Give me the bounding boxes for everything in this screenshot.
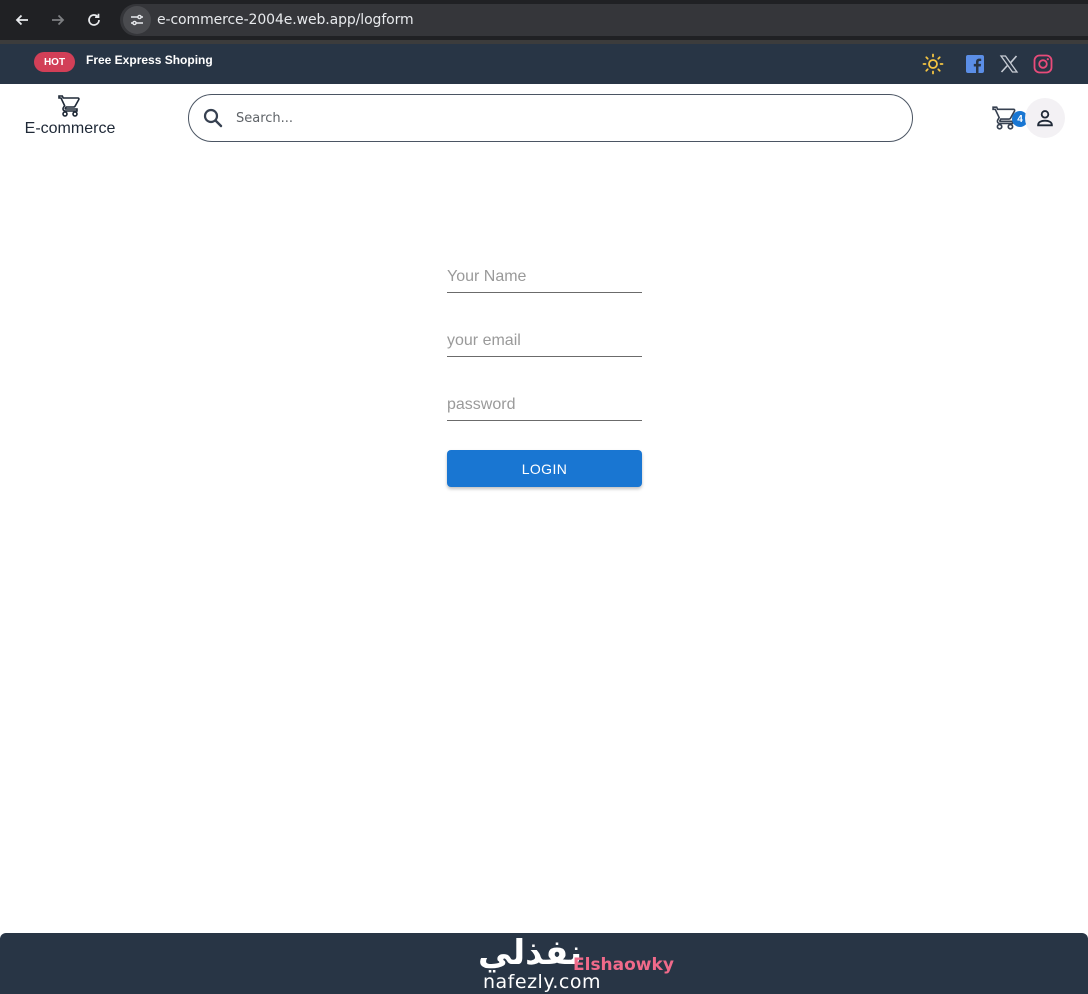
arrow-left-icon [15,14,28,26]
password-input[interactable] [447,396,642,414]
search-input[interactable] [234,109,874,127]
promo-bar: HOT Free Express Shoping [0,44,1088,84]
x-icon [999,55,1019,73]
site-info-button[interactable] [123,6,151,34]
promo-text: Free Express Shoping [86,53,213,67]
search-icon [203,108,223,128]
logo-text: E-commerce [24,120,116,137]
back-button[interactable] [4,2,40,38]
site-footer: نفذلي Elshaowky nafezly.com [0,933,1088,994]
cart-button[interactable]: 4 [990,104,1028,134]
url-text: e-commerce-2004e.web.app/logform [157,12,414,28]
arrow-right-icon [52,14,65,26]
tune-icon [131,14,143,26]
theme-toggle-button[interactable] [922,53,944,75]
x-link[interactable] [998,53,1020,75]
reload-button[interactable] [76,2,112,38]
watermark-arabic: نفذلي [478,933,583,973]
instagram-link[interactable] [1032,53,1054,75]
login-form: LOGIN [447,258,642,487]
browser-toolbar: e-commerce-2004e.web.app/logform [0,0,1088,40]
facebook-icon [966,55,984,73]
site-header: E-commerce 4 [0,84,1088,164]
password-field [447,386,642,421]
facebook-link[interactable] [964,53,986,75]
account-button[interactable] [1025,98,1065,138]
person-icon [1037,110,1053,127]
email-field [447,322,642,357]
search-bar[interactable] [188,94,913,142]
sun-icon [922,53,944,75]
logo-link[interactable]: E-commerce [20,94,120,140]
name-field [447,258,642,293]
login-button[interactable]: LOGIN [447,450,642,487]
watermark-domain: nafezly.com [483,971,601,993]
reload-icon [88,13,100,26]
name-input[interactable] [447,268,642,286]
forward-button[interactable] [40,2,76,38]
instagram-icon [1033,54,1053,74]
email-input[interactable] [447,332,642,350]
address-bar[interactable]: e-commerce-2004e.web.app/logform [120,4,1088,36]
cart-icon [58,95,80,117]
hot-badge: HOT [34,52,75,72]
